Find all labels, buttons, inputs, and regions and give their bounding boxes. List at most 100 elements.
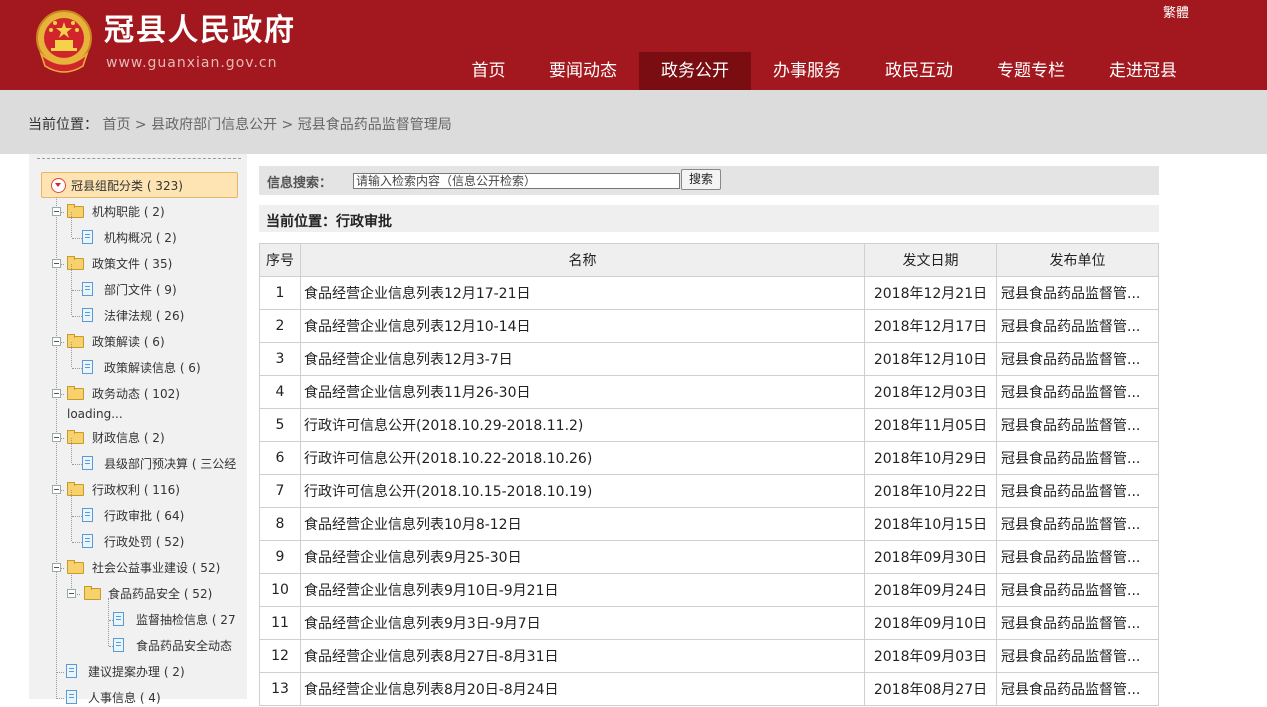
column-header-publisher: 发布单位 bbox=[996, 243, 1159, 277]
document-title-link[interactable]: 食品经营企业信息列表8月27日-8月31日 bbox=[300, 639, 865, 673]
nav-item-news[interactable]: 要闻动态 bbox=[528, 52, 638, 90]
publisher: 冠县食品药品监督管... bbox=[996, 342, 1159, 376]
folder-icon bbox=[67, 386, 84, 400]
breadcrumb-item-home[interactable]: 首页 bbox=[102, 117, 130, 133]
collapse-icon[interactable] bbox=[52, 433, 61, 442]
breadcrumb-item-department-info[interactable]: 县政府部门信息公开 bbox=[151, 117, 277, 133]
document-title-link[interactable]: 食品经营企业信息列表9月25-30日 bbox=[300, 540, 865, 574]
sidebar-tree-item[interactable]: 政策解读 ( 6) bbox=[0, 333, 247, 351]
document-icon bbox=[82, 534, 93, 548]
tree-root[interactable]: 冠县组配分类 ( 323) bbox=[41, 172, 238, 198]
national-emblem-logo[interactable] bbox=[33, 8, 95, 74]
folder-icon bbox=[67, 204, 84, 218]
nav-item-government-affairs[interactable]: 政务公开 bbox=[639, 52, 751, 90]
row-index: 7 bbox=[259, 474, 301, 508]
document-title-link[interactable]: 食品经营企业信息列表12月10-14日 bbox=[300, 309, 865, 343]
folder-icon bbox=[67, 334, 84, 348]
publisher: 冠县食品药品监督管... bbox=[996, 606, 1159, 640]
sidebar-tree-item[interactable]: 建议提案办理 ( 2) bbox=[0, 663, 247, 681]
sidebar-tree-item[interactable]: 县级部门预决算 ( 三公经 bbox=[0, 438, 247, 473]
table-row: 9 食品经营企业信息列表9月25-30日 2018年09月30日 冠县食品药品监督管.… bbox=[259, 540, 1159, 574]
sidebar-tree-item-label: 行政处罚 ( 52) bbox=[104, 535, 185, 549]
sidebar-tree-item[interactable]: 人事信息 ( 4) bbox=[0, 689, 247, 707]
publish-date: 2018年12月03日 bbox=[864, 375, 997, 409]
sidebar-tree-item[interactable]: 法律法规 ( 26) bbox=[0, 307, 247, 325]
sidebar-tree-item[interactable]: 食品药品安全 ( 52) bbox=[0, 585, 247, 603]
table-row: 10 食品经营企业信息列表9月10日-9月21日 2018年09月24日 冠县食品药品… bbox=[259, 573, 1159, 607]
folder-icon bbox=[67, 560, 84, 574]
sidebar-tree-item-label: 政策文件 ( 35) bbox=[92, 257, 173, 271]
document-title-link[interactable]: 食品经营企业信息列表10月8-12日 bbox=[300, 507, 865, 541]
document-title-link[interactable]: 食品经营企业信息列表11月26-30日 bbox=[300, 375, 865, 409]
site-header: 冠县人民政府 www.guanxian.gov.cn 繁體 首页 要闻动态 政务… bbox=[0, 0, 1267, 90]
publish-date: 2018年10月22日 bbox=[864, 474, 997, 508]
table-row: 7 行政许可信息公开(2018.10.15-2018.10.19) 2018年10月… bbox=[259, 474, 1159, 508]
document-icon bbox=[82, 230, 93, 244]
document-icon bbox=[82, 308, 93, 322]
collapse-icon[interactable] bbox=[52, 389, 61, 398]
document-title-link[interactable]: 行政许可信息公开(2018.10.15-2018.10.19) bbox=[300, 474, 865, 508]
sidebar-tree-item-label: 建议提案办理 ( 2) bbox=[88, 665, 185, 679]
nav-item-home[interactable]: 首页 bbox=[455, 52, 522, 90]
sidebar-tree-item-label: 监督抽检信息 ( 27 bbox=[136, 613, 236, 627]
search-input[interactable] bbox=[353, 173, 680, 189]
sidebar-tree-item[interactable]: 部门文件 ( 9) bbox=[0, 264, 247, 315]
nav-item-services[interactable]: 办事服务 bbox=[752, 52, 862, 90]
nav-item-interaction[interactable]: 政民互动 bbox=[864, 52, 974, 90]
collapse-icon[interactable] bbox=[52, 259, 61, 268]
table-row: 3 食品经营企业信息列表12月3-7日 2018年12月10日 冠县食品药品监督管..… bbox=[259, 342, 1159, 376]
search-button[interactable]: 搜索 bbox=[681, 169, 721, 190]
divider bbox=[37, 158, 241, 159]
sidebar-tree-item[interactable]: 社会公益事业建设 ( 52) bbox=[0, 559, 247, 577]
sidebar-tree-item-label: 行政权利 ( 116) bbox=[92, 483, 180, 497]
sidebar-tree-item[interactable]: 食品药品安全动态 bbox=[0, 637, 247, 655]
tree-line bbox=[72, 516, 82, 517]
table-row: 5 行政许可信息公开(2018.10.29-2018.11.2) 2018年11月0… bbox=[259, 408, 1159, 442]
collapse-icon[interactable] bbox=[52, 207, 61, 216]
sidebar-tree-item-label: 法律法规 ( 26) bbox=[104, 309, 185, 323]
table-row: 11 食品经营企业信息列表9月3日-9月7日 2018年09月10日 冠县食品药品监督… bbox=[259, 606, 1159, 640]
sidebar-tree-item[interactable]: 机构概况 ( 2) bbox=[0, 212, 247, 247]
sidebar-tree-item-label: 政策解读 ( 6) bbox=[92, 335, 165, 349]
document-icon bbox=[66, 664, 77, 678]
site-title[interactable]: 冠县人民政府 bbox=[104, 13, 296, 49]
publisher: 冠县食品药品监督管... bbox=[996, 375, 1159, 409]
publisher: 冠县食品药品监督管... bbox=[996, 309, 1159, 343]
collapse-icon[interactable] bbox=[52, 337, 61, 346]
publisher: 冠县食品药品监督管... bbox=[996, 507, 1159, 541]
collapse-icon[interactable] bbox=[67, 589, 76, 598]
sidebar-tree-item[interactable]: 行政审批 ( 64) bbox=[0, 490, 247, 541]
sidebar-tree-item[interactable]: 政策文件 ( 35) bbox=[0, 255, 247, 273]
column-header-index: 序号 bbox=[259, 243, 301, 277]
document-title-link[interactable]: 食品经营企业信息列表9月3日-9月7日 bbox=[300, 606, 865, 640]
document-icon bbox=[66, 690, 77, 704]
traditional-chinese-toggle[interactable]: 繁體 bbox=[1163, 2, 1189, 21]
row-index: 3 bbox=[259, 342, 301, 376]
row-index: 12 bbox=[259, 639, 301, 673]
nav-item-topics[interactable]: 专题专栏 bbox=[976, 52, 1086, 90]
tree-line bbox=[72, 464, 82, 465]
table-row: 1 食品经营企业信息列表12月17-21日 2018年12月21日 冠县食品药品监督管… bbox=[259, 276, 1159, 310]
document-title-link[interactable]: 食品经营企业信息列表8月20日-8月24日 bbox=[300, 672, 865, 706]
sidebar-tree-item[interactable]: 政策解读信息 ( 6) bbox=[0, 342, 247, 377]
sidebar-tree-item[interactable]: 行政权利 ( 116) bbox=[0, 481, 247, 499]
document-title-link[interactable]: 行政许可信息公开(2018.10.29-2018.11.2) bbox=[300, 408, 865, 442]
document-title-link[interactable]: 行政许可信息公开(2018.10.22-2018.10.26) bbox=[300, 441, 865, 475]
document-title-link[interactable]: 食品经营企业信息列表12月17-21日 bbox=[300, 276, 865, 310]
document-title-link[interactable]: 食品经营企业信息列表9月10日-9月21日 bbox=[300, 573, 865, 607]
collapse-icon[interactable] bbox=[52, 563, 61, 572]
sidebar-tree-item[interactable]: 监督抽检信息 ( 27 bbox=[0, 611, 247, 629]
sidebar-tree-item[interactable]: 行政处罚 ( 52) bbox=[0, 533, 247, 551]
sidebar-tree-item[interactable]: 机构职能 ( 2) bbox=[0, 203, 247, 221]
document-title-link[interactable]: 食品经营企业信息列表12月3-7日 bbox=[300, 342, 865, 376]
collapse-icon[interactable] bbox=[51, 178, 66, 193]
folder-icon bbox=[67, 256, 84, 270]
nav-item-about-county[interactable]: 走进冠县 bbox=[1088, 52, 1198, 90]
collapse-icon[interactable] bbox=[52, 485, 61, 494]
tree-root-label: 冠县组配分类 ( 323) bbox=[71, 179, 183, 193]
sidebar-tree-item[interactable]: 政务动态 ( 102) bbox=[0, 385, 247, 403]
publisher: 冠县食品药品监督管... bbox=[996, 639, 1159, 673]
sidebar-tree-item[interactable]: 财政信息 ( 2) bbox=[0, 429, 247, 447]
publish-date: 2018年09月24日 bbox=[864, 573, 997, 607]
breadcrumb-item-food-drug-bureau[interactable]: 冠县食品药品监督管理局 bbox=[298, 117, 452, 133]
